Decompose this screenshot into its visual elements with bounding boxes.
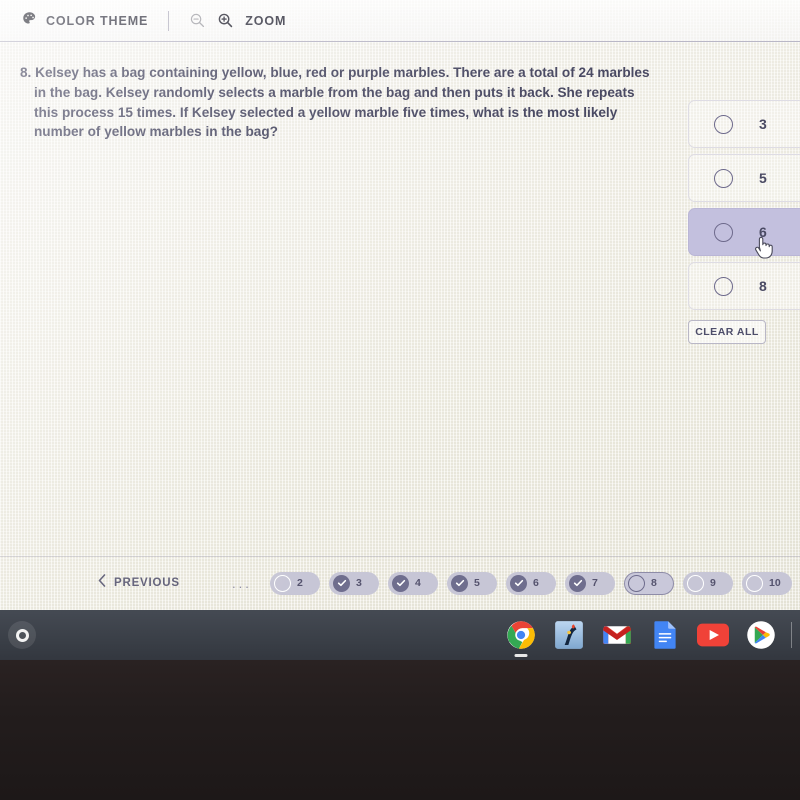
laptop-screen: COLOR THEME ZOOM 8. Kelsey has a bag con…	[0, 0, 800, 660]
page-pill-2[interactable]: 2	[270, 571, 320, 595]
chrome-active-indicator	[514, 654, 528, 657]
footer-top-rule	[0, 556, 800, 557]
page-pill-5[interactable]: 5	[447, 571, 497, 595]
magnifier-minus-icon[interactable]	[189, 12, 206, 29]
laptop-device: COLOR THEME ZOOM 8. Kelsey has a bag con…	[0, 0, 800, 800]
unanswered-circle-icon	[274, 574, 291, 592]
radio-button-icon[interactable]	[714, 114, 733, 134]
clear-all-button[interactable]: CLEAR ALL	[688, 320, 766, 344]
page-pill-10[interactable]: 10	[742, 571, 792, 595]
magnifier-plus-icon[interactable]	[217, 12, 234, 29]
answer-choice-label: 8	[759, 278, 767, 294]
shelf-divider	[791, 622, 792, 648]
current-page-circle-icon	[628, 574, 645, 592]
launcher-ring	[15, 628, 29, 642]
page-number: 2	[297, 577, 303, 589]
answer-choice-2[interactable]: 5	[688, 154, 800, 202]
quiz-page: COLOR THEME ZOOM 8. Kelsey has a bag con…	[0, 0, 800, 610]
gmail-icon[interactable]	[601, 619, 633, 651]
photos-app-icon[interactable]	[553, 619, 585, 651]
unanswered-circle-icon	[746, 574, 763, 592]
page-number: 6	[533, 577, 539, 589]
answer-choice-3[interactable]: 6	[688, 208, 800, 256]
laptop-bezel	[0, 660, 800, 800]
toolbar-divider	[168, 10, 170, 31]
page-number: 5	[474, 577, 480, 589]
launcher-icon[interactable]	[8, 621, 36, 649]
answer-choice-label: 6	[759, 224, 767, 240]
answer-choice-label: 5	[759, 170, 767, 186]
pagination-ellipsis[interactable]: ...	[232, 577, 252, 590]
check-circle-icon	[569, 574, 586, 592]
page-number: 9	[710, 577, 716, 589]
zoom-label: ZOOM	[245, 13, 287, 28]
page-pill-6[interactable]: 6	[506, 571, 556, 595]
color-theme-label: COLOR THEME	[46, 13, 149, 28]
page-pill-4[interactable]: 4	[388, 571, 438, 595]
previous-button[interactable]: PREVIOUS	[98, 574, 180, 592]
play-store-icon[interactable]	[745, 619, 777, 651]
check-circle-icon	[510, 574, 527, 592]
radio-button-icon[interactable]	[714, 222, 733, 242]
radio-button-icon[interactable]	[714, 276, 733, 296]
toolbar-bottom-rule	[0, 41, 800, 42]
page-pill-9[interactable]: 9	[683, 571, 733, 595]
answer-choice-4[interactable]: 8	[688, 262, 800, 310]
page-number: 10	[769, 577, 781, 589]
unanswered-circle-icon	[687, 574, 704, 592]
chevron-left-icon	[98, 574, 106, 592]
check-circle-icon	[333, 574, 350, 592]
shelf-app-list	[505, 619, 777, 657]
page-number: 7	[592, 577, 598, 589]
pagination-footer: PREVIOUS ... 2 3 4 5 6 7 8 9 10	[0, 568, 800, 598]
page-number: 4	[415, 577, 421, 589]
check-circle-icon	[451, 574, 468, 592]
chromeos-shelf	[0, 610, 800, 660]
zoom-controls: ZOOM	[189, 12, 286, 29]
question-body: Kelsey has a bag containing yellow, blue…	[34, 65, 650, 140]
page-pill-3[interactable]: 3	[329, 571, 379, 595]
radio-button-icon[interactable]	[714, 168, 733, 188]
question-text: 8. Kelsey has a bag containing yellow, b…	[20, 63, 650, 142]
google-docs-icon[interactable]	[649, 619, 681, 651]
chrome-icon[interactable]	[505, 619, 537, 657]
answer-choice-label: 3	[759, 116, 767, 132]
page-pill-7[interactable]: 7	[565, 571, 615, 595]
question-number: 8.	[20, 65, 32, 80]
palette-icon	[22, 11, 37, 31]
color-theme-button[interactable]: COLOR THEME	[22, 11, 148, 31]
answer-choices-panel: 3 5 6 8 CLEAR ALL	[688, 100, 800, 344]
answer-choice-1[interactable]: 3	[688, 100, 800, 148]
youtube-icon[interactable]	[697, 619, 729, 651]
previous-label: PREVIOUS	[114, 577, 180, 589]
top-toolbar: COLOR THEME ZOOM	[0, 0, 800, 41]
page-number: 3	[356, 577, 362, 589]
page-number: 8	[651, 577, 657, 589]
pagination-list: 2 3 4 5 6 7 8 9 10	[270, 571, 792, 595]
page-pill-8-current[interactable]: 8	[624, 571, 674, 595]
check-circle-icon	[392, 574, 409, 592]
question-block: 8. Kelsey has a bag containing yellow, b…	[20, 63, 650, 142]
